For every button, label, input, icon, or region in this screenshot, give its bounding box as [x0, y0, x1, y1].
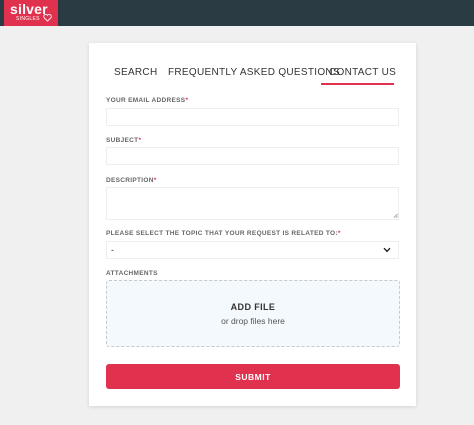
file-dropzone[interactable]: ADD FILE or drop files here — [106, 280, 400, 347]
subject-field[interactable] — [106, 147, 399, 165]
top-navigation-bar: silver SINGLES — [0, 0, 474, 26]
email-label-text: YOUR EMAIL ADDRESS — [106, 97, 186, 104]
topic-selected-value: - — [111, 245, 114, 255]
active-tab-indicator — [321, 83, 394, 85]
help-tabs: SEARCH FREQUENTLY ASKED QUESTIONS CONTAC… — [89, 43, 416, 87]
chevron-down-icon — [383, 247, 391, 253]
email-field[interactable] — [106, 108, 399, 126]
drop-files-hint: or drop files here — [221, 316, 285, 326]
topic-label: PLEASE SELECT THE TOPIC THAT YOUR REQUES… — [106, 230, 341, 237]
required-mark: * — [337, 230, 341, 237]
submit-button[interactable]: SUBMIT — [106, 364, 400, 389]
email-label: YOUR EMAIL ADDRESS* — [106, 97, 188, 104]
required-mark: * — [153, 177, 157, 184]
description-textarea[interactable] — [106, 187, 399, 220]
tab-contact-us[interactable]: CONTACT US — [329, 67, 396, 78]
description-label: DESCRIPTION* — [106, 177, 157, 184]
add-file-button[interactable]: ADD FILE — [107, 302, 399, 312]
resize-grip-icon[interactable] — [393, 213, 398, 218]
attachments-label: ATTACHMENTS — [106, 270, 158, 277]
logo-subtitle: SINGLES — [16, 16, 40, 22]
description-label-text: DESCRIPTION — [106, 177, 154, 184]
tab-search[interactable]: SEARCH — [114, 67, 157, 78]
silver-singles-logo[interactable]: silver SINGLES — [4, 0, 58, 26]
subject-label-text: SUBJECT — [106, 137, 139, 144]
contact-form-card: SEARCH FREQUENTLY ASKED QUESTIONS CONTAC… — [89, 43, 416, 406]
required-mark: * — [138, 137, 142, 144]
tab-faq[interactable]: FREQUENTLY ASKED QUESTIONS — [168, 67, 340, 78]
required-mark: * — [185, 97, 189, 104]
topic-select[interactable]: - — [106, 241, 399, 259]
subject-label: SUBJECT* — [106, 137, 141, 144]
heart-icon — [43, 14, 52, 22]
topic-label-text: PLEASE SELECT THE TOPIC THAT YOUR REQUES… — [106, 230, 338, 237]
